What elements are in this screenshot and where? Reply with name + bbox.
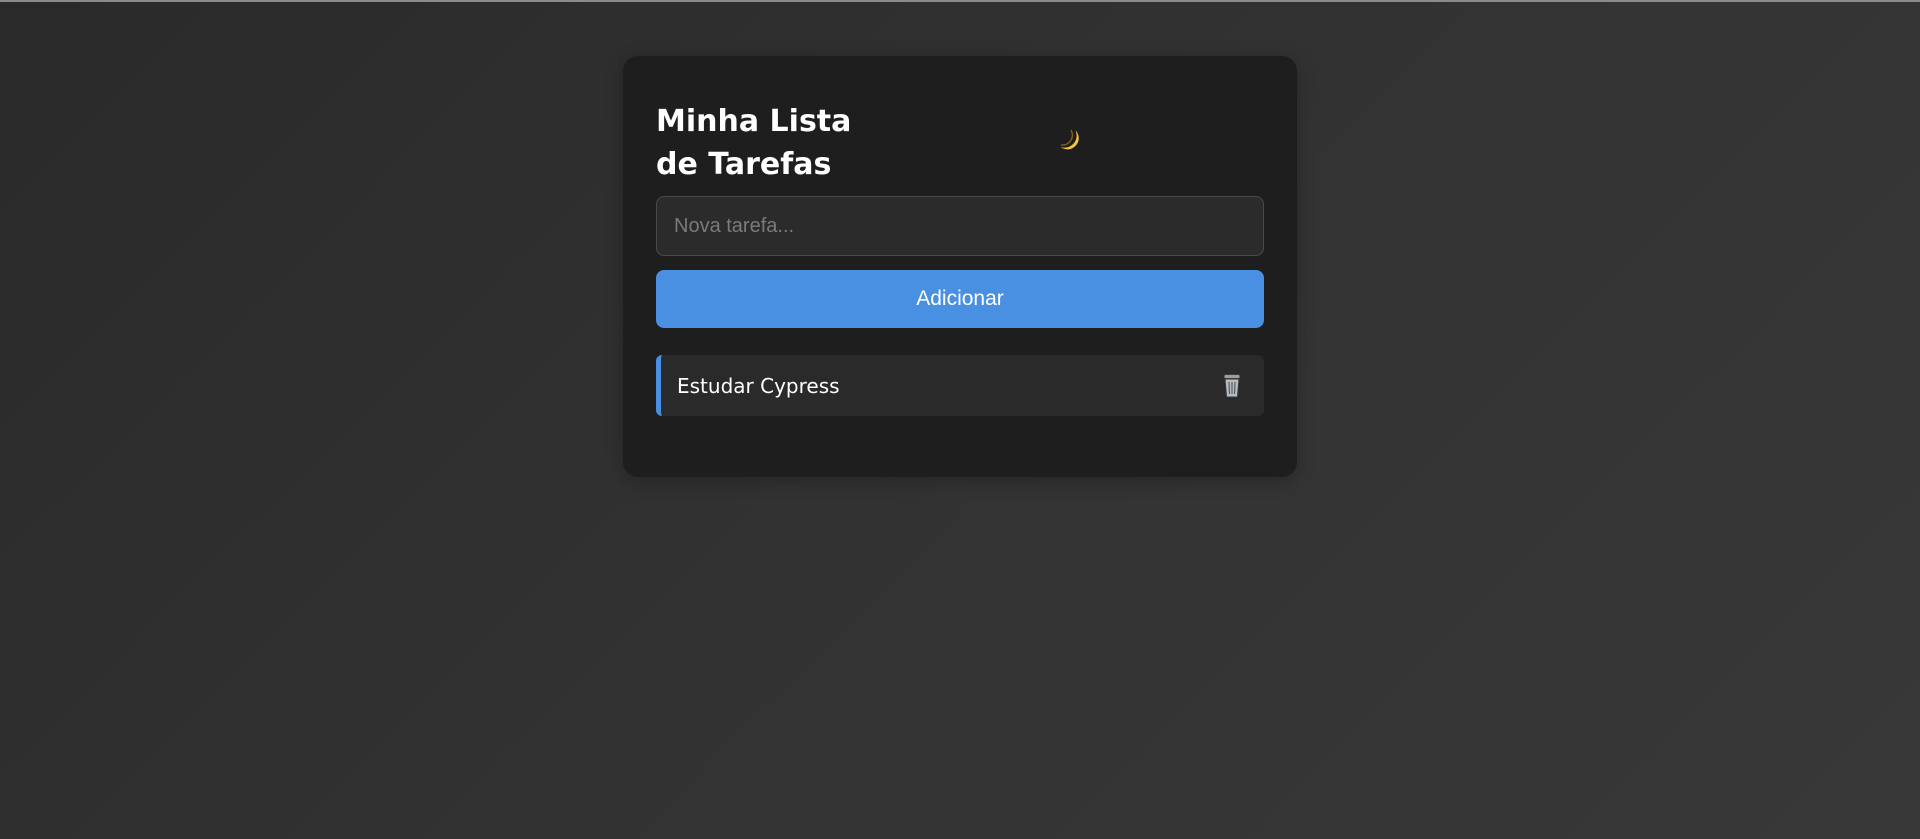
page-title: Minha Lista de Tarefas [656, 100, 876, 186]
header: Minha Lista de Tarefas [656, 100, 1264, 190]
delete-task-button[interactable] [1218, 371, 1246, 401]
page-title-line-2: de Tarefas [656, 147, 832, 182]
page-title-line-1: Minha Lista [656, 104, 852, 139]
todo-card: Minha Lista de Tarefas Adicionar Estudar… [623, 56, 1297, 477]
theme-toggle-button[interactable] [1051, 122, 1085, 156]
moon-icon [1056, 126, 1081, 151]
task-list: Estudar Cypress [656, 355, 1264, 416]
new-task-input[interactable] [656, 196, 1264, 256]
trash-icon [1223, 373, 1241, 398]
window-top-border [0, 0, 1920, 2]
task-item: Estudar Cypress [656, 355, 1264, 416]
task-text: Estudar Cypress [677, 373, 840, 398]
add-task-button[interactable]: Adicionar [656, 270, 1264, 328]
